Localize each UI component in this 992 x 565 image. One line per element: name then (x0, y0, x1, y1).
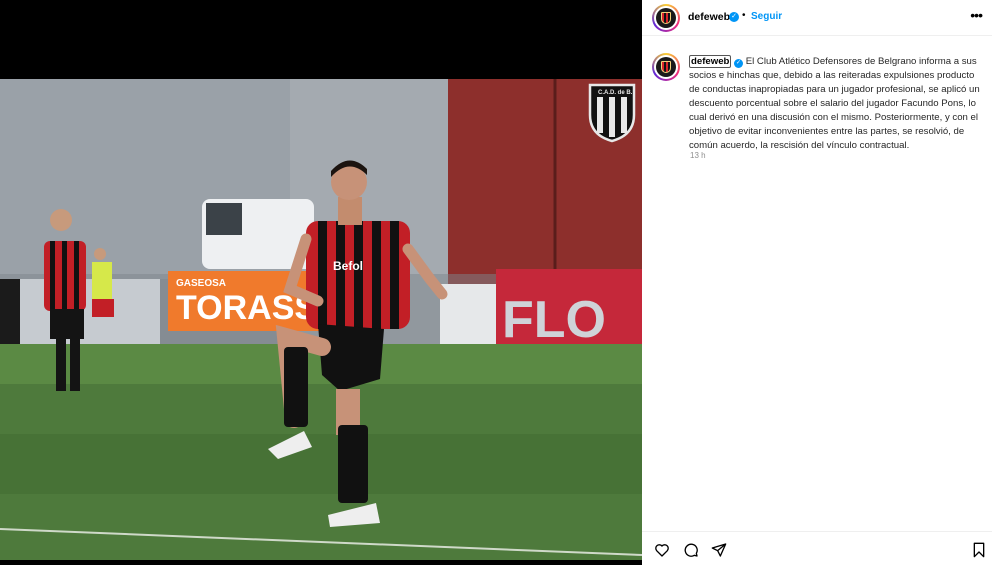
red-banner-text: FLO (502, 291, 606, 349)
verified-icon: ✓ (729, 12, 739, 22)
post-media: GASEOSA TORASSO FLO Befol C.A.D. de B. (0, 0, 642, 565)
share-icon[interactable] (711, 542, 727, 558)
comment-icon[interactable] (683, 542, 699, 558)
post-header: defeweb ✓ • Seguir ••• (642, 0, 992, 36)
bookmark-icon[interactable] (971, 542, 987, 558)
post-timestamp[interactable]: 13 h (690, 151, 706, 160)
caption-username-link[interactable]: defeweb (689, 55, 732, 68)
ad-board-line1: GASEOSA (176, 278, 226, 289)
club-crest-icon (661, 61, 671, 73)
heart-icon[interactable] (654, 542, 670, 558)
club-crest-watermark: C.A.D. de B. (588, 83, 636, 143)
shirt-sponsor: Befol (333, 259, 363, 273)
post-photo[interactable]: GASEOSA TORASSO FLO Befol C.A.D. de B. (0, 79, 642, 560)
club-crest-icon (661, 12, 671, 24)
verified-icon: ✓ (734, 59, 744, 68)
post-side-panel: defeweb ✓ • Seguir ••• defeweb ✓ El Club… (642, 0, 992, 565)
post-caption: defeweb ✓ El Club Atlético Defensores de… (689, 55, 987, 153)
more-icon[interactable]: ••• (970, 7, 983, 23)
separator-dot: • (742, 10, 746, 21)
avatar[interactable] (652, 4, 680, 32)
username-link[interactable]: defeweb (688, 11, 730, 23)
caption-avatar[interactable] (652, 53, 680, 81)
action-bar (642, 531, 992, 565)
crest-text: C.A.D. de B. (598, 90, 633, 96)
follow-button[interactable]: Seguir (751, 11, 782, 22)
caption-text: El Club Atlético Defensores de Belgrano … (689, 56, 980, 151)
